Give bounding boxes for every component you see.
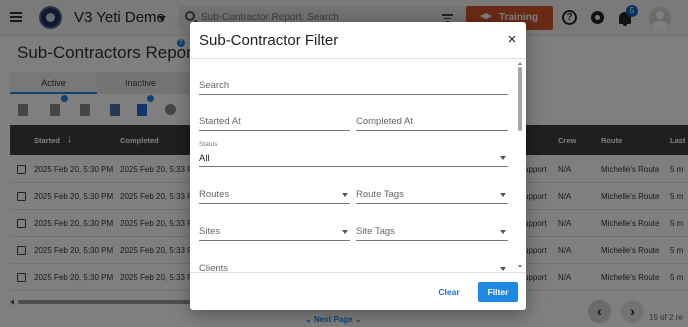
route-tags-select[interactable]: Route Tags [356,186,508,204]
filter-dialog: Sub-Contractor Filter × Search Started A… [190,22,526,310]
status-value: All [199,153,210,164]
scroll-up-icon[interactable] [518,62,522,65]
divider [190,272,526,273]
scroll-down-icon[interactable] [518,265,522,268]
dropdown-arrow-icon [500,156,506,160]
completed-at-field[interactable]: Completed At [356,113,508,131]
started-at-placeholder: Started At [199,116,241,127]
dropdown-arrow-icon [500,193,506,197]
completed-at-placeholder: Completed At [356,116,414,127]
filter-button[interactable]: Filter [478,282,518,302]
site-tags-select[interactable]: Site Tags [356,223,508,241]
started-at-field[interactable]: Started At [199,113,350,131]
dropdown-arrow-icon [500,230,506,234]
dropdown-arrow-icon [342,193,348,197]
dropdown-arrow-icon [342,230,348,234]
routes-select[interactable]: Routes [199,186,350,204]
dropdown-arrow-icon [500,267,506,271]
divider [190,58,526,59]
sites-placeholder: Sites [199,226,221,237]
routes-placeholder: Routes [199,189,230,200]
clear-button[interactable]: Clear [431,284,467,301]
status-select[interactable]: All [199,149,508,167]
clients-select[interactable]: Clients [199,260,508,278]
close-icon[interactable]: × [506,32,518,47]
search-placeholder: Search [199,80,230,91]
status-label: Status [199,141,218,148]
site-tags-placeholder: Site Tags [356,226,395,237]
vertical-scrollbar[interactable] [517,62,523,270]
sites-select[interactable]: Sites [199,223,350,241]
dialog-title: Sub-Contractor Filter [199,32,339,49]
route-tags-placeholder: Route Tags [356,189,404,200]
scrollbar-thumb[interactable] [518,67,522,131]
search-field[interactable]: Search [199,77,508,95]
